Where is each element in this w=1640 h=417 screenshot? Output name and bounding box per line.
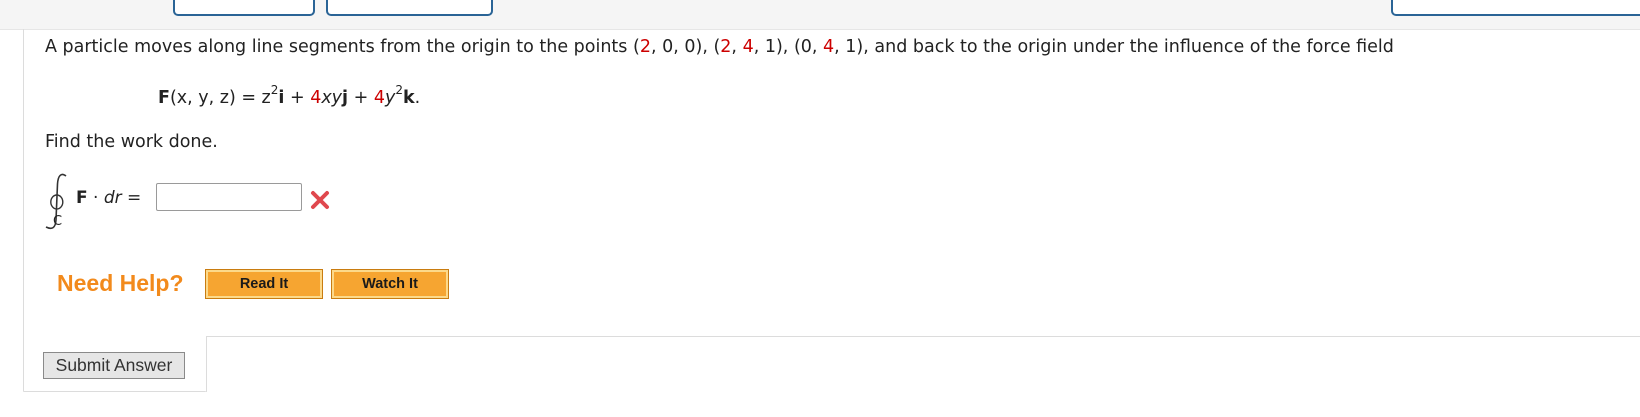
submit-answer-button[interactable]: Submit Answer bbox=[43, 352, 185, 379]
formula-k: k bbox=[402, 87, 415, 108]
formula-period: . bbox=[414, 87, 421, 108]
question-text: A particle moves along line segments fro… bbox=[45, 37, 1394, 57]
panel-border-bottom bbox=[23, 391, 206, 392]
separator: , bbox=[782, 37, 794, 57]
force-field-formula: F(x, y, z) = z2i + 4xyj + 4y2k. bbox=[158, 83, 421, 108]
formula-args: (x, y, z) = z bbox=[169, 87, 271, 108]
point-2-y: 4 bbox=[742, 37, 754, 57]
top-tab-1[interactable] bbox=[173, 0, 315, 16]
point-3-rest: , 1) bbox=[834, 37, 864, 57]
point-1-open: ( bbox=[632, 37, 640, 57]
question-outro: , and back to the origin under the influ… bbox=[863, 37, 1394, 57]
formula-exp-2: 2 bbox=[395, 83, 403, 97]
question-intro: A particle moves along line segments fro… bbox=[45, 37, 633, 57]
integral-dr: dr bbox=[103, 188, 122, 208]
top-tab-2[interactable] bbox=[326, 0, 493, 16]
x-mark-icon bbox=[311, 191, 329, 209]
point-2-rest: , 1) bbox=[753, 37, 783, 57]
separator: , bbox=[702, 37, 714, 57]
need-help-label: Need Help? bbox=[57, 270, 184, 296]
answer-input[interactable] bbox=[156, 183, 302, 211]
point-3-open: (0, bbox=[793, 37, 824, 57]
integral-dot: · bbox=[87, 188, 104, 208]
formula-coef-2: 4 bbox=[373, 87, 385, 108]
point-2-sep: , bbox=[731, 37, 743, 57]
formula-exp-1: 2 bbox=[270, 83, 279, 97]
point-1-rest: , 0, 0) bbox=[650, 37, 703, 57]
panel-border-left bbox=[23, 29, 24, 391]
formula-y: y bbox=[384, 87, 396, 108]
read-it-button[interactable]: Read It bbox=[205, 269, 323, 299]
panel-divider-horizontal bbox=[206, 336, 1640, 337]
watch-it-button[interactable]: Watch It bbox=[331, 269, 449, 299]
top-bar bbox=[0, 0, 1640, 30]
formula-xy: xy bbox=[321, 87, 343, 108]
point-3-y: 4 bbox=[823, 37, 835, 57]
submit-answer-label: Submit Answer bbox=[55, 355, 173, 375]
formula-coef-1: 4 bbox=[310, 87, 322, 108]
point-2-x: 2 bbox=[720, 37, 732, 57]
watch-it-label: Watch It bbox=[362, 276, 418, 292]
integral-equals: = bbox=[121, 188, 142, 208]
formula-F: F bbox=[158, 87, 170, 108]
panel-divider-vertical bbox=[206, 336, 207, 392]
integral-expression: F · dr = bbox=[76, 188, 141, 208]
integral-F: F bbox=[76, 188, 88, 208]
find-work-text: Find the work done. bbox=[45, 132, 218, 152]
formula-plus-2: + bbox=[348, 87, 374, 108]
read-it-label: Read It bbox=[239, 276, 289, 292]
point-1-x: 2 bbox=[639, 37, 651, 57]
top-tab-3[interactable] bbox=[1391, 0, 1640, 16]
integral-subscript: C bbox=[53, 214, 63, 229]
formula-plus-1: + bbox=[284, 87, 311, 108]
